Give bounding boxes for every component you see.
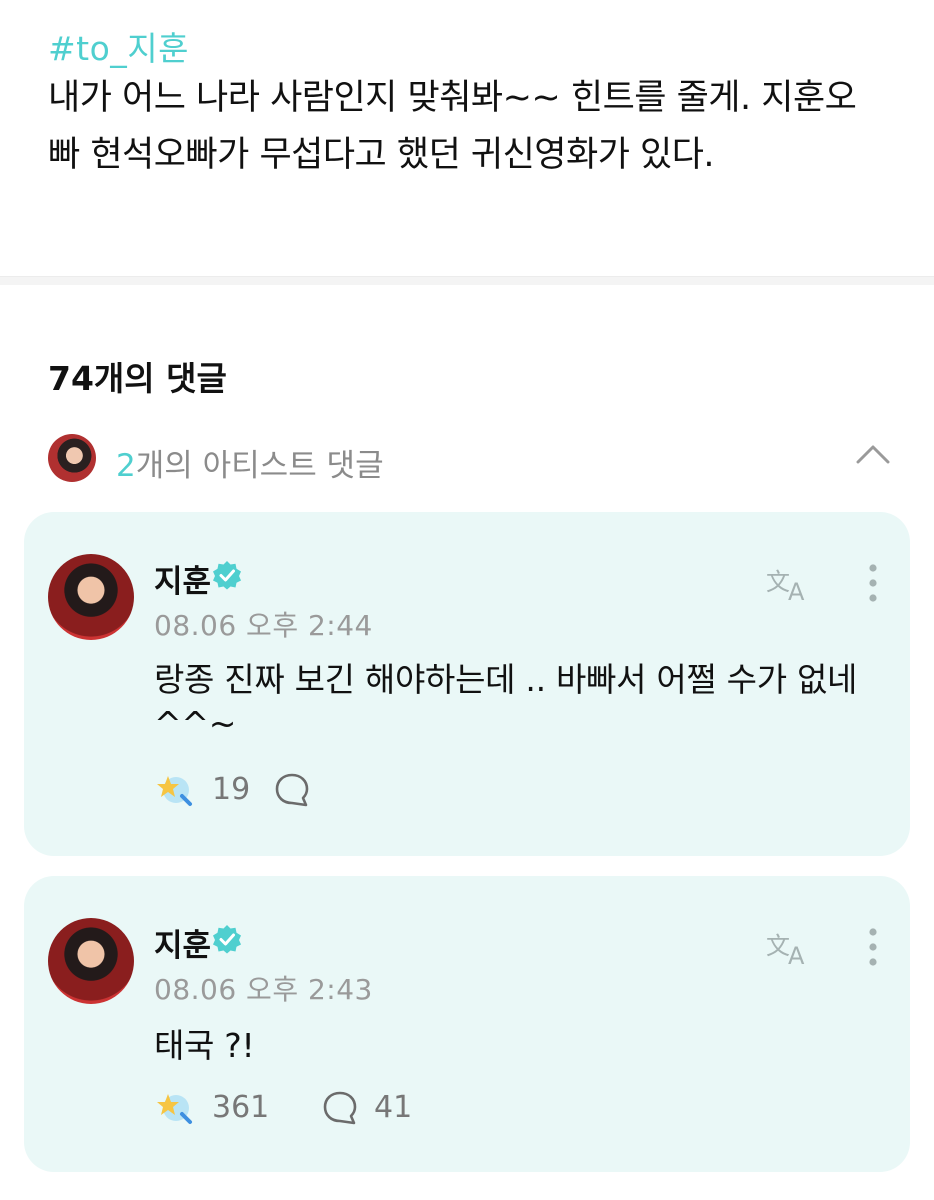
svg-text:A: A — [788, 578, 805, 604]
artist-comment-count: 2 — [116, 448, 136, 484]
post-hashtag[interactable]: #to_지훈 — [48, 22, 189, 70]
svg-text:A: A — [788, 942, 805, 968]
artist-comments-toggle[interactable]: 2개의 아티스트 댓글 — [48, 434, 890, 484]
post-body: 내가 어느 나라 사람인지 맞춰봐~~ 힌트를 줄게. 지훈오빠 현석오빠가 무… — [48, 78, 857, 175]
artist-comments-label: 2개의 아티스트 댓글 — [116, 440, 384, 485]
verified-badge-icon — [213, 561, 241, 590]
svg-text:文: 文 — [766, 568, 790, 596]
artist-avatar — [48, 434, 96, 482]
section-divider — [0, 276, 934, 285]
translate-icon[interactable]: 文 A — [764, 564, 814, 604]
avatar[interactable] — [48, 918, 134, 1004]
artist-comment-card: 지훈 08.06 오후 2:43 文 A 태국 ?! 361 41 — [24, 876, 910, 1172]
star-heart-icon[interactable] — [154, 1088, 194, 1128]
speech-bubble-icon[interactable] — [322, 1090, 358, 1126]
reply-count: 41 — [374, 1090, 413, 1125]
artist-comment-card: 지훈 08.06 오후 2:44 文 A 랑종 진짜 보긴 해야하는데 .. 바… — [24, 512, 910, 856]
artist-comment-label-text: 개의 아티스트 댓글 — [135, 448, 384, 484]
star-heart-icon[interactable] — [154, 770, 194, 810]
svg-text:文: 文 — [766, 932, 790, 960]
chevron-up-icon[interactable] — [856, 442, 890, 466]
translate-icon[interactable]: 文 A — [764, 928, 814, 968]
comment-text: 태국 ?! — [154, 1026, 255, 1065]
verified-badge-icon — [213, 925, 241, 954]
comment-count-heading: 74개의 댓글 — [48, 359, 227, 398]
more-vertical-icon[interactable] — [866, 926, 880, 968]
more-vertical-icon[interactable] — [866, 562, 880, 604]
comment-text: 랑종 진짜 보긴 해야하는데 .. 바빠서 어쩔 수가 없네 ^^~ — [154, 660, 858, 743]
speech-bubble-icon[interactable] — [274, 772, 310, 808]
like-count: 361 — [212, 1090, 270, 1125]
comment-timestamp: 08.06 오후 2:44 — [154, 609, 373, 642]
comment-author[interactable]: 지훈 — [154, 920, 211, 965]
comment-author[interactable]: 지훈 — [154, 556, 211, 601]
avatar[interactable] — [48, 554, 134, 640]
comment-timestamp: 08.06 오후 2:43 — [154, 973, 373, 1006]
like-count: 19 — [212, 772, 251, 807]
